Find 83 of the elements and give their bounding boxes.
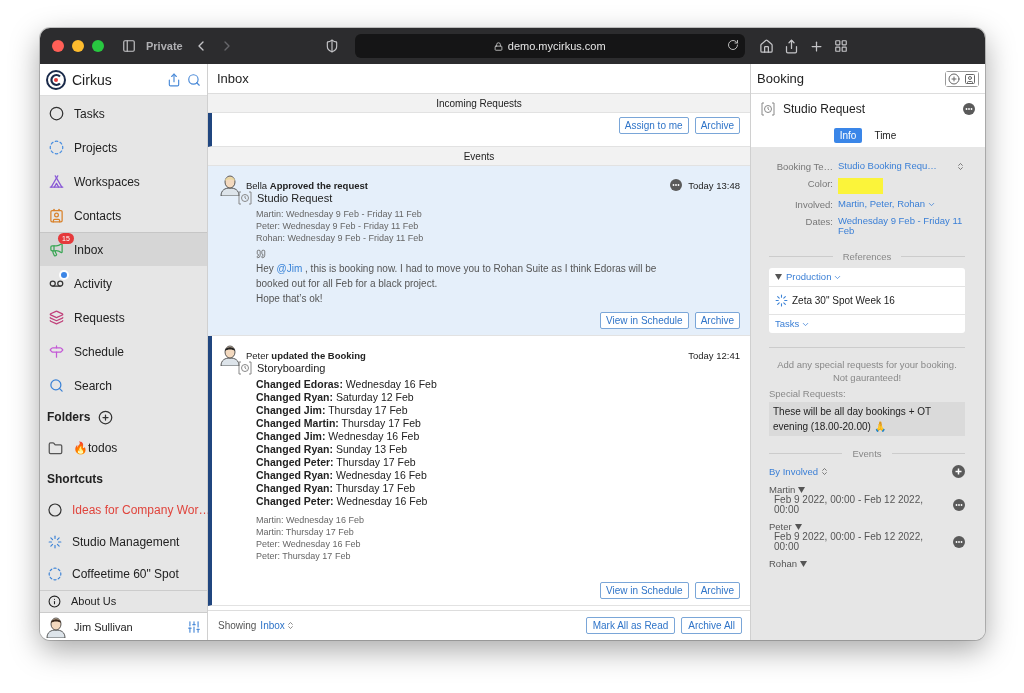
change-line: Changed Martin: Thursday 17 Feb xyxy=(256,417,422,430)
section-title: Folders xyxy=(47,410,91,424)
event-time: Today 13:48 xyxy=(688,179,740,191)
group-name: Rohan xyxy=(769,558,797,569)
event-author: Bella Approved the request xyxy=(246,179,369,191)
sidebar-item[interactable]: Tasks xyxy=(40,96,207,130)
field-label: Involved: xyxy=(793,199,833,211)
sidebar-item[interactable]: Search xyxy=(40,368,207,402)
date-range: Feb 9 2022, 00:00 - Feb 12 2022, 00:00 xyxy=(774,495,924,515)
field-label: Booking Te… xyxy=(775,161,833,173)
field-label: Color: xyxy=(806,178,833,190)
change-line: Changed Ryan: Wednesday 16 Feb xyxy=(256,469,428,482)
sidebar-item[interactable]: Workspaces xyxy=(40,164,207,198)
app-name: Cirkus xyxy=(72,71,113,88)
pane-title: Inbox xyxy=(217,71,249,86)
action-button[interactable]: Archive All xyxy=(681,617,742,634)
section-title: Shortcuts xyxy=(47,472,103,486)
action-button[interactable]: Archive xyxy=(694,117,740,134)
action-button[interactable]: View in Schedule xyxy=(600,312,689,329)
date-line: Martin: Thursday 17 Feb xyxy=(256,526,355,538)
involved-dropdown[interactable]: Martin, Peter, Rohan xyxy=(838,199,965,209)
group-name: Martin xyxy=(769,484,796,495)
sidebar-item[interactable]: Schedule xyxy=(40,334,207,368)
booking-title: Studio Request xyxy=(783,102,867,116)
date-line: Rohan: Wednesday 9 Feb - Friday 11 Feb xyxy=(256,232,425,244)
special-requests-field[interactable]: These will be all day bookings + OT evening (18.00-20.00) 🙏 xyxy=(769,402,965,436)
sidebar-item[interactable]: Requests xyxy=(40,300,207,334)
action-button[interactable]: Mark All as Read xyxy=(585,617,676,634)
divider-label: Events xyxy=(852,448,882,459)
section-header: Events xyxy=(463,150,495,162)
change-line: Changed Peter: Wednesday 16 Feb xyxy=(256,495,429,508)
change-line: Changed Ryan: Sunday 13 Feb xyxy=(256,443,409,456)
sidebar-item[interactable]: Activity xyxy=(40,266,207,300)
shortcut-item[interactable]: Coffeetime 60" Spot xyxy=(40,558,207,590)
event-item-title: Storyboarding xyxy=(257,362,326,374)
date-line: Peter: Wednesday 16 Feb xyxy=(256,538,362,550)
reference-item[interactable]: Zeta 30" Spot Week 16 xyxy=(792,295,895,306)
shortcut-item[interactable]: Studio Management xyxy=(40,526,207,558)
template-select[interactable]: Studio Booking Requ… xyxy=(838,161,965,171)
tab[interactable]: Time xyxy=(868,128,903,143)
mention-link[interactable]: @Jim xyxy=(276,263,303,274)
date-line: Martin: Wednesday 9 Feb - Friday 11 Feb xyxy=(256,208,423,220)
date-line: Peter: Wednesday 9 Feb - Friday 11 Feb xyxy=(256,220,420,232)
event-author: Peter updated the Booking xyxy=(246,349,367,361)
change-line: Changed Jim: Thursday 17 Feb xyxy=(256,404,409,417)
date-line: Martin: Wednesday 16 Feb xyxy=(256,514,365,526)
field-label: Special Requests: xyxy=(769,388,847,399)
filter-select[interactable]: Inbox xyxy=(260,620,295,631)
shortcut-item[interactable]: Ideas for Company Wor… xyxy=(40,494,207,526)
showing-label: Showing xyxy=(218,620,257,631)
change-line: Changed Ryan: Saturday 12 Feb xyxy=(256,391,415,404)
hint-text: Add any special requests for your booking. Not gauranteed! xyxy=(776,358,958,384)
address-bar[interactable]: demo.mycirkus.com xyxy=(354,34,745,58)
sort-select[interactable]: By Involved xyxy=(769,466,830,477)
date-line: Peter: Thursday 17 Feb xyxy=(256,550,352,562)
action-button[interactable]: Archive xyxy=(694,582,740,599)
sidebar-item[interactable]: Contacts xyxy=(40,198,207,232)
tasks-link[interactable]: Tasks xyxy=(775,319,811,329)
change-line: Changed Peter: Thursday 17 Feb xyxy=(256,456,417,469)
pane-title: Booking xyxy=(757,71,804,86)
tab[interactable]: Info xyxy=(833,128,863,143)
private-label: Private xyxy=(146,40,183,52)
group-link[interactable]: Production xyxy=(786,272,843,282)
change-line: Changed Edoras: Wednesday 16 Feb xyxy=(256,378,438,391)
field-label: Dates: xyxy=(804,216,833,228)
user-name: Jim Sullivan xyxy=(74,620,134,633)
dates-link[interactable]: Wednesday 9 Feb - Friday 11 Feb xyxy=(838,216,965,236)
request-card[interactable]: Assign to me Archive xyxy=(208,113,750,147)
date-range: Feb 9 2022, 00:00 - Feb 12 2022, 00:00 xyxy=(774,532,924,552)
message-text: Hey @Jim , this is booking now. I had to move you to Rohan Suite as I think Edoras will be booked out for all Feb for a black project. xyxy=(256,262,658,291)
event-item-title: Studio Request xyxy=(257,192,333,204)
folder-item[interactable]: 🔥todos xyxy=(40,432,207,464)
event-time: Today 12:41 xyxy=(688,349,740,361)
section-header: Incoming Requests xyxy=(436,97,522,109)
group-name: Peter xyxy=(769,521,792,532)
message-text: Hope that’s ok! xyxy=(256,292,324,306)
action-button[interactable]: Assign to me xyxy=(618,117,689,134)
sidebar-item[interactable]: Projects xyxy=(40,130,207,164)
action-button[interactable]: Archive xyxy=(694,312,740,329)
change-line: Changed Ryan: Thursday 17 Feb xyxy=(256,482,417,495)
action-button[interactable]: View in Schedule xyxy=(600,582,689,599)
change-line: Changed Jim: Wednesday 16 Feb xyxy=(256,430,421,443)
divider-label: References xyxy=(842,251,892,262)
